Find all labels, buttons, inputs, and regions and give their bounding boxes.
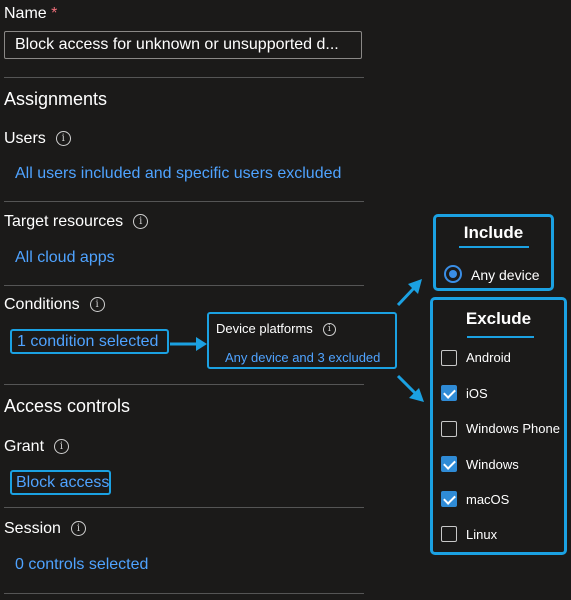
linux-label: Linux <box>466 527 498 542</box>
ios-label: iOS <box>466 386 488 401</box>
android-label: Android <box>466 350 511 365</box>
linux-checkbox[interactable] <box>441 526 457 542</box>
windows-phone-checkbox[interactable] <box>441 421 457 437</box>
any-device-radio[interactable] <box>444 265 462 283</box>
ios-checkbox[interactable] <box>441 385 457 401</box>
arrow-icon <box>396 279 422 307</box>
macos-checkbox[interactable] <box>441 491 457 507</box>
include-underline <box>459 246 529 248</box>
include-title: Include <box>463 223 524 242</box>
arrow-icon <box>396 374 424 402</box>
macos-label: macOS <box>466 492 510 507</box>
exclude-underline <box>467 336 534 338</box>
windows-phone-label: Windows Phone <box>466 421 560 436</box>
exclude-title: Exclude <box>465 309 532 328</box>
any-device-label: Any device <box>471 267 540 283</box>
arrow-icon <box>170 337 207 351</box>
windows-checkbox[interactable] <box>441 456 457 472</box>
exclude-panel: Exclude Android iOS Windows Phone Window… <box>430 297 567 555</box>
android-checkbox[interactable] <box>441 350 457 366</box>
windows-label: Windows <box>466 457 519 472</box>
include-panel: Include Any device <box>433 214 554 291</box>
